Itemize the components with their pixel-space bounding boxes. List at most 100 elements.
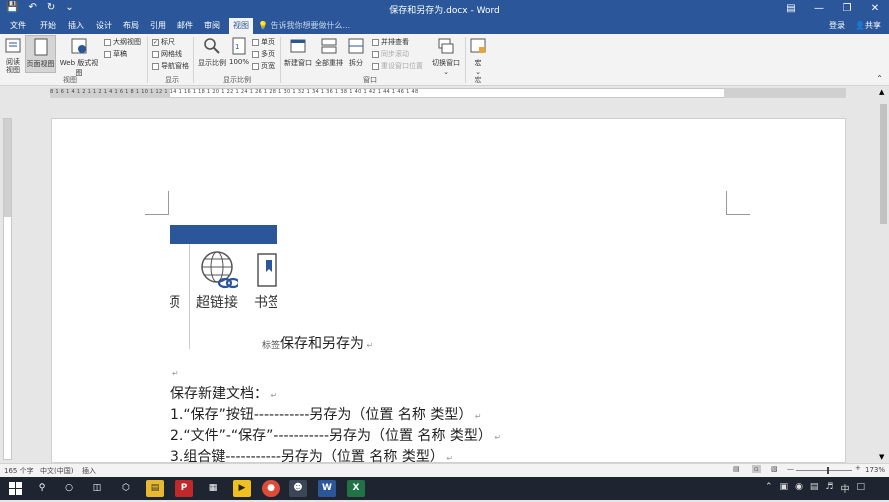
insert-mode[interactable]: 插入 [82, 466, 96, 476]
network-icon[interactable]: ▤ [810, 482, 819, 495]
tab-home[interactable]: 开始 [36, 18, 60, 34]
outline-view-button[interactable]: 大纲视图 [104, 37, 141, 47]
reset-window-button[interactable]: 重设窗口位置 [372, 61, 423, 71]
group-separator [465, 37, 466, 83]
sync-scroll-button[interactable]: 同步滚动 [372, 49, 409, 59]
calculator-icon[interactable]: ▦ [204, 480, 222, 497]
word-count[interactable]: 165 个字 [4, 466, 34, 476]
new-window-button[interactable]: 新建窗口 [283, 37, 313, 68]
tell-me-input[interactable]: 💡 告诉我你想要做什么... [258, 18, 350, 34]
new-window-icon [290, 39, 306, 53]
document-heading[interactable]: 标签保存和另存为 ↵ [262, 333, 373, 353]
ime-icon[interactable]: 中 [841, 482, 850, 495]
title-bar: 💾 ↶ ↻ ⌄ 保存和另存为.docx - Word ▤ — ❐ ✕ [0, 0, 889, 18]
horizontal-ruler[interactable]: 8 1 6 1 4 1 2 1 1 2 1 4 1 6 1 8 1 10 1 1… [0, 86, 889, 100]
empty-paragraph[interactable]: ↵ [172, 364, 179, 380]
tab-references[interactable]: 引用 [146, 18, 170, 34]
tray-chevron-icon[interactable]: ⌃ [765, 482, 773, 495]
embedded-image[interactable]: 项 超链接 书签 [170, 222, 277, 332]
tab-insert[interactable]: 插入 [64, 18, 88, 34]
language-indicator[interactable]: 中文(中国) [40, 466, 73, 476]
multi-page-button[interactable]: 多页 [252, 49, 275, 59]
zoom-in-icon[interactable]: + [855, 464, 861, 472]
excel-icon[interactable]: X [347, 480, 365, 497]
tray-app-icon[interactable]: ◉ [795, 482, 803, 495]
package-icon[interactable]: ⬡ [117, 480, 135, 497]
vertical-ruler[interactable] [3, 118, 12, 460]
cortana-icon[interactable]: ○ [60, 480, 78, 497]
line-1-text: 保存新建文档： [170, 386, 268, 402]
ribbon-display-options-icon[interactable]: ▤ [777, 0, 805, 18]
web-layout-button[interactable]: Web 版式视图 [57, 37, 101, 78]
document-line-3[interactable]: 2.“文件”-“保存”-----------另存为（位置 名称 类型） ↵ [170, 425, 501, 445]
read-mode-icon[interactable]: ▤ [733, 465, 740, 473]
word-icon[interactable]: W [318, 480, 336, 497]
zoom-button[interactable]: 显示比例 [197, 37, 227, 68]
vertical-scrollbar[interactable]: ▲ ▼ [878, 86, 889, 463]
zoom-100-button[interactable]: 1 100% [228, 37, 250, 66]
tab-layout[interactable]: 布局 [119, 18, 143, 34]
status-bar: 165 个字 中文(中国) 插入 ▤ ▫ ▧ — + 173% [0, 463, 889, 477]
web-layout-icon[interactable]: ▧ [771, 465, 778, 473]
tab-design[interactable]: 设计 [92, 18, 116, 34]
web-layout-icon [71, 38, 87, 54]
paragraph-mark: ↵ [443, 454, 454, 463]
person-icon: 👤 [855, 21, 865, 30]
tab-review[interactable]: 审阅 [200, 18, 224, 34]
zoom-level[interactable]: 173% [865, 466, 885, 474]
ribbon: 阅读 视图 页面视图 Web 版式视图 大纲视图 草稿 视图 ✓ 标尺 网格线 导… [0, 34, 889, 86]
partial-icon [170, 272, 174, 286]
qq-icon[interactable]: ☻ [289, 480, 307, 497]
page-width-button[interactable]: 页宽 [252, 61, 275, 71]
zoom-slider[interactable] [796, 470, 852, 471]
media-player-icon[interactable]: ▶ [233, 480, 251, 497]
switch-window-button[interactable]: 切换窗口 ⌄ [430, 37, 462, 76]
task-view-icon[interactable]: ◫ [88, 480, 106, 497]
powerpoint-icon[interactable]: P [175, 480, 193, 497]
share-button[interactable]: 👤共享 [855, 18, 881, 34]
zoom-slider-thumb[interactable] [827, 467, 829, 474]
search-icon[interactable]: ⚲ [33, 480, 51, 497]
restore-icon[interactable]: ❐ [833, 0, 861, 18]
minimize-icon[interactable]: — [805, 0, 833, 18]
collapse-ribbon-icon[interactable]: ⌃ [876, 74, 883, 83]
nav-pane-checkbox[interactable]: 导航窗格 [152, 61, 189, 71]
document-line-1[interactable]: 保存新建文档： ↵ [170, 383, 277, 403]
document-line-2[interactable]: 1.“保存”按钮-----------另存为（位置 名称 类型） ↵ [170, 404, 482, 424]
macros-button[interactable]: 宏 ⌄ [468, 37, 488, 76]
tab-view[interactable]: 视图 [229, 18, 253, 34]
one-page-button[interactable]: 单页 [252, 37, 275, 47]
gridlines-label: 网格线 [161, 50, 182, 58]
notifications-icon[interactable]: □ [857, 482, 866, 495]
ribbon-tabs: 文件 开始 插入 设计 布局 引用 邮件 审阅 视图 💡 告诉我你想要做什么..… [0, 18, 889, 34]
vertical-ruler-margin [4, 119, 11, 217]
zoom-out-icon[interactable]: — [787, 465, 794, 473]
ruler-checkbox[interactable]: ✓ 标尺 [152, 37, 175, 47]
signin-link[interactable]: 登录 [829, 18, 845, 34]
volume-icon[interactable]: ♬ [825, 482, 833, 495]
close-icon[interactable]: ✕ [861, 0, 889, 18]
side-by-side-button[interactable]: 并排查看 [372, 37, 409, 47]
read-mode-button[interactable]: 阅读 视图 [3, 37, 23, 74]
chrome-icon[interactable]: ● [262, 480, 280, 497]
gridlines-checkbox[interactable]: 网格线 [152, 49, 182, 59]
print-layout-label: 页面视图 [26, 60, 55, 68]
paragraph-mark: ↵ [491, 433, 502, 442]
group-label-show: 显示 [165, 76, 179, 84]
tab-mailings[interactable]: 邮件 [173, 18, 197, 34]
scrollbar-thumb[interactable] [880, 104, 887, 224]
tab-file[interactable]: 文件 [6, 18, 30, 34]
arrange-all-button[interactable]: 全部重排 [314, 37, 344, 68]
read-mode-label: 阅读 视图 [6, 58, 20, 74]
paragraph-mark: ↵ [472, 412, 482, 421]
print-layout-button[interactable]: 页面视图 [25, 35, 56, 73]
file-explorer-icon[interactable]: ▤ [146, 480, 164, 497]
print-layout-icon[interactable]: ▫ [752, 465, 761, 473]
tray-app-icon[interactable]: ▣ [780, 482, 789, 495]
paragraph-mark: ↵ [172, 369, 179, 378]
draft-view-button[interactable]: 草稿 [104, 49, 127, 59]
split-button[interactable]: 拆分 [345, 37, 367, 68]
scroll-down-icon[interactable]: ▼ [879, 453, 884, 461]
windows-start-icon[interactable] [6, 480, 24, 497]
scroll-up-icon[interactable]: ▲ [879, 88, 884, 96]
